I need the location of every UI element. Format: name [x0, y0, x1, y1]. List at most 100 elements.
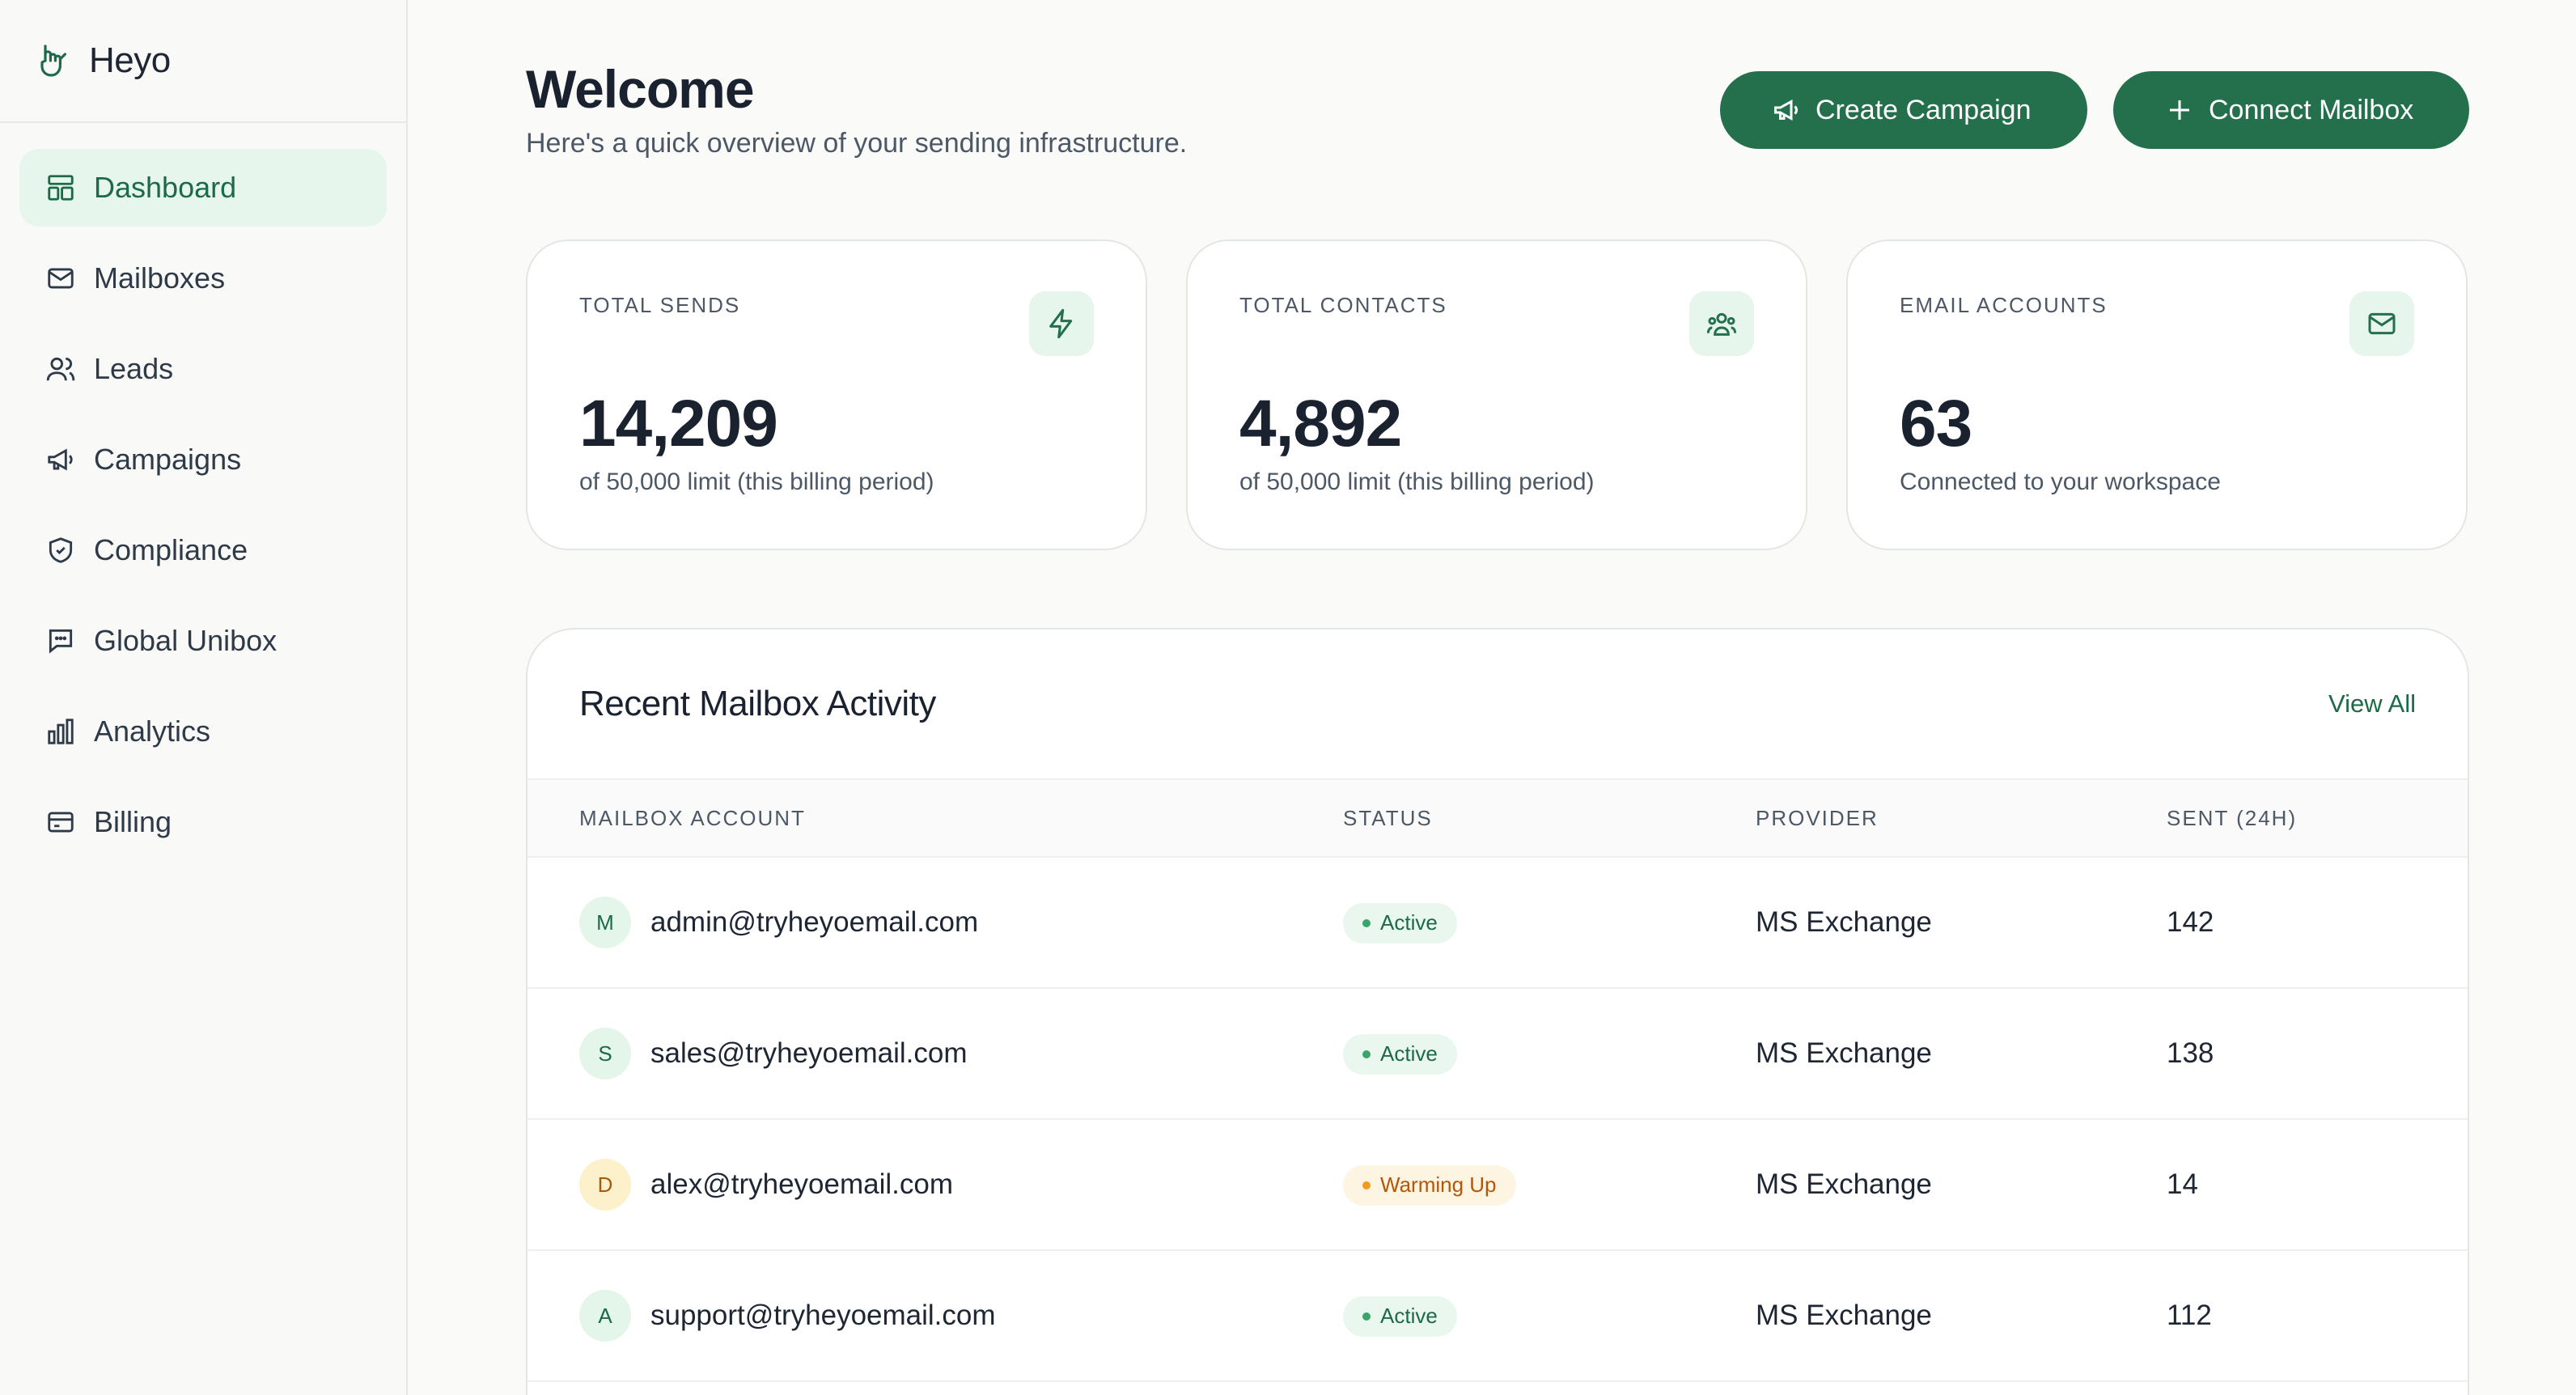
sidebar-item-label: Campaigns: [94, 443, 242, 476]
sidebar-item-mailboxes[interactable]: Mailboxes: [19, 240, 387, 317]
sidebar-item-label: Billing: [94, 805, 172, 838]
activity-header: Recent Mailbox Activity View All: [527, 630, 2468, 778]
connect-mailbox-button[interactable]: Connect Mailbox: [2113, 71, 2469, 149]
mailbox-email: alex@tryheyoemail.com: [650, 1168, 953, 1200]
mailbox-email: admin@tryheyoemail.com: [650, 906, 979, 938]
mailbox-email: support@tryheyoemail.com: [650, 1300, 996, 1331]
page-header: Welcome Here's a quick overview of your …: [526, 52, 2469, 240]
megaphone-icon: [1774, 99, 1798, 121]
status-badge: Warming Up: [1343, 1164, 1516, 1206]
sent-cell: 112: [2167, 1300, 2212, 1331]
stat-label: TOTAL CONTACTS: [1239, 293, 1447, 317]
create-campaign-label: Create Campaign: [1815, 94, 2032, 125]
stat-icon-wrap: [1029, 291, 1094, 356]
credit-card-icon: [48, 812, 74, 833]
stat-label: EMAIL ACCOUNTS: [1900, 293, 2108, 317]
avatar: A: [579, 1290, 631, 1342]
chat-icon: [49, 629, 73, 654]
mailbox-cell: M admin@tryheyoemail.com: [579, 897, 1343, 948]
sidebar-item-leads[interactable]: Leads: [19, 330, 387, 408]
status-dot-icon: [1362, 1181, 1371, 1189]
provider-cell: MS Exchange: [1756, 1037, 1932, 1069]
stat-cards: TOTAL SENDS 14,209 of 50,000 limit (this…: [526, 240, 2469, 550]
bar-chart-icon: [48, 719, 74, 744]
status-cell: Active: [1343, 1033, 1756, 1075]
status-cell: Active: [1343, 902, 1756, 943]
column-header-status: STATUS: [1343, 805, 1433, 830]
stat-label: TOTAL SENDS: [579, 293, 741, 317]
sidebar-item-global-unibox[interactable]: Global Unibox: [19, 602, 387, 680]
shield-icon: [49, 537, 73, 563]
sent-cell: 14: [2167, 1168, 2198, 1200]
table-row[interactable]: A support@tryheyoemail.com Active MS Exc…: [527, 1251, 2468, 1382]
stat-icon-wrap: [1689, 291, 1754, 356]
sidebar-item-dashboard[interactable]: Dashboard: [19, 149, 387, 227]
recent-mailbox-activity: Recent Mailbox Activity View All MAILBOX…: [526, 628, 2469, 1395]
sidebar-item-label: Global Unibox: [94, 624, 278, 657]
sidebar-item-campaigns[interactable]: Campaigns: [19, 421, 387, 498]
mailbox-cell: A support@tryheyoemail.com: [579, 1290, 1343, 1342]
mailbox-email: sales@tryheyoemail.com: [650, 1037, 968, 1069]
mail-icon: [48, 268, 74, 289]
mailbox-cell: D alex@tryheyoemail.com: [579, 1159, 1343, 1211]
mailbox-cell: S sales@tryheyoemail.com: [579, 1028, 1343, 1079]
stat-subtext: of 50,000 limit (this billing period): [1239, 469, 1595, 495]
stat-card-total-contacts: TOTAL CONTACTS 4,892 of 50,000 limit (th…: [1186, 240, 1807, 550]
sidebar-item-label: Mailboxes: [94, 261, 226, 295]
stat-card-total-sends: TOTAL SENDS 14,209 of 50,000 limit (this…: [526, 240, 1147, 550]
status-badge: Active: [1343, 1295, 1457, 1337]
sidebar-nav: Dashboard Mailboxes Leads Campaigns Comp…: [0, 123, 406, 887]
table-row[interactable]: S sales@tryheyoemail.com Active MS Excha…: [527, 989, 2468, 1120]
status-cell: Warming Up: [1343, 1164, 1756, 1206]
sidebar-item-compliance[interactable]: Compliance: [19, 511, 387, 589]
column-header-sent: SENT (24H): [2167, 805, 2298, 830]
page-title: Welcome: [526, 59, 755, 119]
main-content: Welcome Here's a quick overview of your …: [408, 0, 2576, 1395]
sent-cell: 142: [2167, 906, 2214, 938]
sidebar-item-label: Leads: [94, 352, 174, 385]
column-header-mailbox: MAILBOX ACCOUNT: [579, 805, 806, 830]
sidebar-item-label: Analytics: [94, 714, 211, 748]
status-text: Active: [1380, 1304, 1438, 1328]
provider-cell: MS Exchange: [1756, 906, 1932, 938]
table-header: MAILBOX ACCOUNT STATUS PROVIDER SENT (24…: [527, 778, 2468, 858]
sidebar-item-billing[interactable]: Billing: [19, 783, 387, 861]
provider-cell: MS Exchange: [1756, 1300, 1932, 1331]
stat-icon-wrap: [2349, 291, 2414, 356]
sidebar: Heyo Dashboard Mailboxes Leads Campaigns…: [0, 0, 408, 1395]
brand-name: Heyo: [89, 40, 171, 80]
avatar: D: [579, 1159, 631, 1211]
stat-value: 4,892: [1239, 387, 1402, 460]
avatar: M: [579, 897, 631, 948]
hand-icon: [40, 45, 66, 77]
header-actions: Create Campaign Connect Mailbox: [1720, 71, 2469, 149]
status-text: Warming Up: [1380, 1172, 1497, 1197]
stat-subtext: Connected to your workspace: [1900, 469, 2221, 495]
users-icon: [46, 357, 75, 381]
view-all-link[interactable]: View All: [2328, 689, 2416, 719]
sidebar-item-label: Dashboard: [94, 171, 237, 204]
table-row[interactable]: D alex@tryheyoemail.com Warming Up MS Ex…: [527, 1120, 2468, 1251]
stat-value: 63: [1900, 387, 1972, 460]
sidebar-item-label: Compliance: [94, 533, 248, 566]
create-campaign-button[interactable]: Create Campaign: [1720, 71, 2087, 149]
stat-subtext: of 50,000 limit (this billing period): [579, 469, 934, 495]
users-group-icon: [1706, 312, 1737, 336]
page-subtitle: Here's a quick overview of your sending …: [526, 128, 1188, 159]
stat-card-email-accounts: EMAIL ACCOUNTS 63 Connected to your work…: [1846, 240, 2468, 550]
provider-cell: MS Exchange: [1756, 1168, 1932, 1200]
table-row[interactable]: M admin@tryheyoemail.com Active MS Excha…: [527, 858, 2468, 989]
brand[interactable]: Heyo: [0, 0, 406, 123]
dashboard-icon: [48, 175, 74, 201]
status-cell: Active: [1343, 1295, 1756, 1337]
status-text: Active: [1380, 1041, 1438, 1066]
status-text: Active: [1380, 910, 1438, 935]
status-dot-icon: [1362, 918, 1371, 927]
megaphone-icon: [48, 448, 73, 471]
section-title: Recent Mailbox Activity: [579, 684, 936, 723]
lightning-icon: [1049, 308, 1073, 339]
column-header-provider: PROVIDER: [1756, 805, 1879, 830]
envelope-icon: [2368, 312, 2396, 335]
status-dot-icon: [1362, 1312, 1371, 1321]
sidebar-item-analytics[interactable]: Analytics: [19, 693, 387, 770]
